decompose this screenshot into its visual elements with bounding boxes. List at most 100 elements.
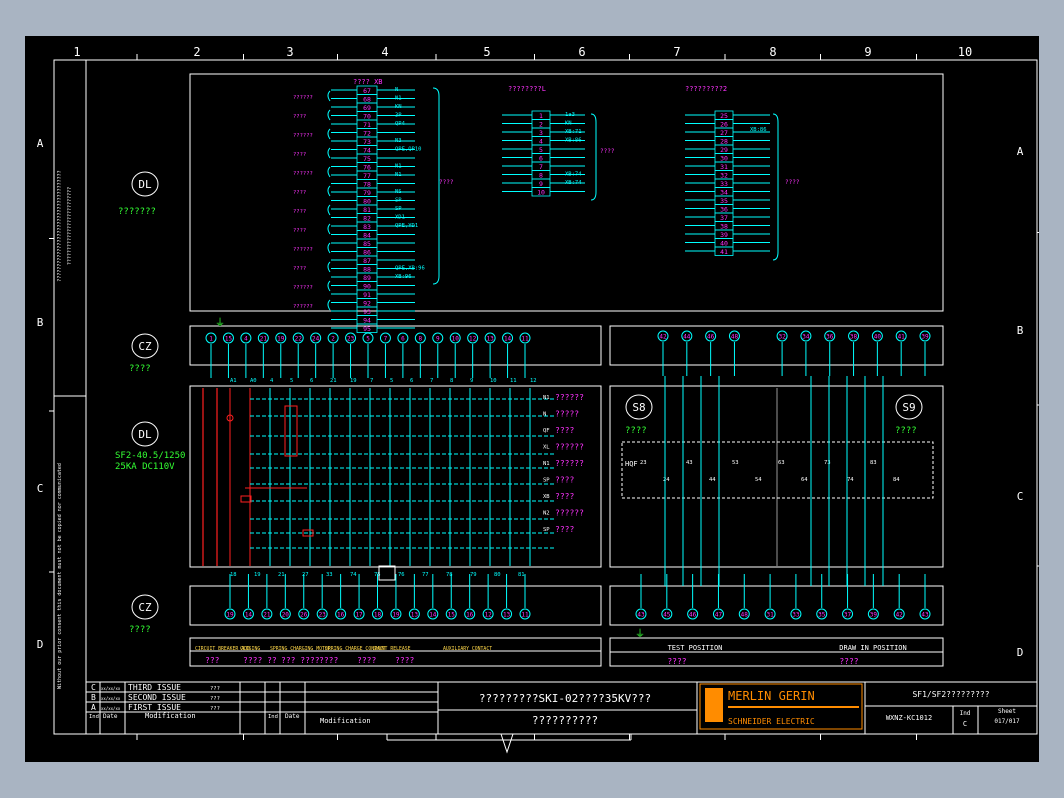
xl-right-label: 1a3: [565, 112, 575, 118]
xb-left-label: ????: [293, 209, 306, 215]
plug-bot-left-num-18: 18: [374, 612, 382, 619]
plug-bot-right-num-31: 31: [766, 612, 774, 619]
plug-top-left-num-10: 10: [452, 336, 460, 343]
xb-num-67: 67: [363, 87, 371, 95]
x2-num-26: 26: [720, 121, 728, 129]
xb-num-75: 75: [363, 155, 371, 163]
wire-bot-5: 74: [350, 572, 357, 578]
wire-top-14: 11: [510, 378, 517, 384]
plug-bot-right-num-37: 37: [844, 612, 852, 619]
xb-right-label: XB:96: [395, 274, 412, 280]
plug-top-left-num-23: 23: [347, 336, 355, 343]
right-desc-4: ??????: [555, 459, 584, 468]
contact-23: 23: [640, 460, 647, 466]
xb-num-88: 88: [363, 266, 371, 274]
xl-num-5: 5: [539, 146, 543, 154]
contact-64: 64: [801, 477, 808, 483]
col-number-5: 5: [483, 45, 490, 59]
xb-brace: [327, 90, 331, 102]
contact-43: 43: [686, 460, 693, 466]
xl-num-7: 7: [539, 163, 543, 171]
x2-num-41: 41: [720, 248, 728, 256]
xb-num-68: 68: [363, 96, 371, 104]
xb-brace: [327, 166, 331, 178]
xb-brace: [327, 280, 331, 292]
contact-84: 84: [893, 477, 900, 483]
x2-num-33: 33: [720, 180, 728, 188]
x2-num-35: 35: [720, 197, 728, 205]
plug-top-left-num-11: 11: [521, 336, 529, 343]
row-letter-D: D: [37, 638, 44, 651]
row-letter-right-D: D: [1017, 646, 1024, 659]
xb-num-76: 76: [363, 164, 371, 172]
xb-right-label: N: [395, 87, 398, 93]
plug-top-right-num-41: 41: [898, 334, 906, 341]
col-number-1: 1: [73, 45, 80, 59]
plug-bot-left-num-16: 16: [337, 612, 345, 619]
rev-mark-C: C: [91, 683, 96, 692]
xl-right-label: XB:74: [565, 172, 582, 178]
strip-right-header-1: DRAW IN POSITION: [839, 644, 906, 652]
dl-mid-tag: DL: [138, 428, 152, 441]
xb-left-label: ??????: [293, 95, 313, 101]
xb-num-85: 85: [363, 240, 371, 248]
row-letter-right-B: B: [1017, 324, 1024, 337]
plug-bot-right-num-45: 45: [663, 612, 671, 619]
right-desc-5: ????: [555, 476, 574, 485]
col-number-2: 2: [193, 45, 200, 59]
ind-value: C: [963, 720, 967, 728]
xb-num-90: 90: [363, 283, 371, 291]
rev-date-1: xx/xx/xx: [101, 696, 121, 701]
strip-header-1: CLOSING: [240, 646, 260, 652]
xb-brace: [327, 147, 331, 159]
contact-44: 44: [709, 477, 716, 483]
plug-top-left-num-14: 14: [504, 336, 512, 343]
right-tag-0: N1: [543, 395, 550, 401]
strip-value-3: ????: [319, 656, 338, 665]
xl-num-3: 3: [539, 129, 543, 137]
xb-left-label: ??????: [293, 285, 313, 291]
wire-top-12: 9: [470, 378, 473, 384]
xb-right-label: N1: [395, 172, 402, 178]
xb-left-label: ??????: [293, 171, 313, 177]
drawing-canvas: 1 2 3 4 5 6 7 8 9 10 A A B B C C D D?????????????????????…: [25, 36, 1043, 762]
right-tag-6: XB: [543, 494, 550, 500]
row-letter-right-C: C: [1017, 490, 1024, 503]
contact-74: 74: [847, 477, 854, 483]
xb-num-89: 89: [363, 274, 371, 282]
xl-num-2: 2: [539, 121, 543, 129]
x2-right-label: XB:86: [750, 127, 767, 133]
plug-top-left-num-8: 8: [419, 336, 423, 343]
xl-side-brace: [590, 113, 597, 201]
xb-left-label: ????: [293, 114, 306, 120]
right-tag-5: SP: [543, 478, 550, 484]
xb-brace: [327, 299, 331, 311]
xb-brace: [327, 109, 331, 121]
contact-83: 83: [870, 460, 877, 466]
plug-bot-left-num-19: 19: [392, 612, 400, 619]
strip-value-4: ????: [357, 656, 376, 665]
plug-top-right-num-39: 39: [921, 334, 929, 341]
col-number-7: 7: [673, 45, 680, 59]
col-number-6: 6: [578, 45, 585, 59]
plug-bot-right-num-43: 43: [921, 612, 929, 619]
plug-bot-left-num-21: 21: [263, 612, 271, 619]
xb-side-brace: [432, 87, 440, 285]
row-letter-A: A: [37, 137, 44, 150]
hdr-modification: Modification: [145, 712, 196, 720]
x2-num-38: 38: [720, 223, 728, 231]
strip-right-value-1: ????: [839, 657, 858, 666]
xb-brace: [327, 223, 331, 235]
xb-num-94: 94: [363, 317, 371, 325]
plug-bot-left-num-14: 14: [245, 612, 253, 619]
xb-right-label: KN: [395, 104, 402, 110]
drawing-title: SF1/SF2?????????: [912, 690, 989, 699]
contact-54: 54: [755, 477, 762, 483]
sheet-label: Sheet: [998, 708, 1016, 715]
plug-bot-right-num-33: 33: [792, 612, 800, 619]
plug-bot-left-num-13: 13: [411, 612, 419, 619]
x2-side-label: ????: [785, 179, 800, 186]
plug-top-right-num-44: 44: [683, 334, 691, 341]
plug-top-left-frame: [189, 325, 602, 366]
plug-bot-left-num-26: 26: [300, 612, 308, 619]
